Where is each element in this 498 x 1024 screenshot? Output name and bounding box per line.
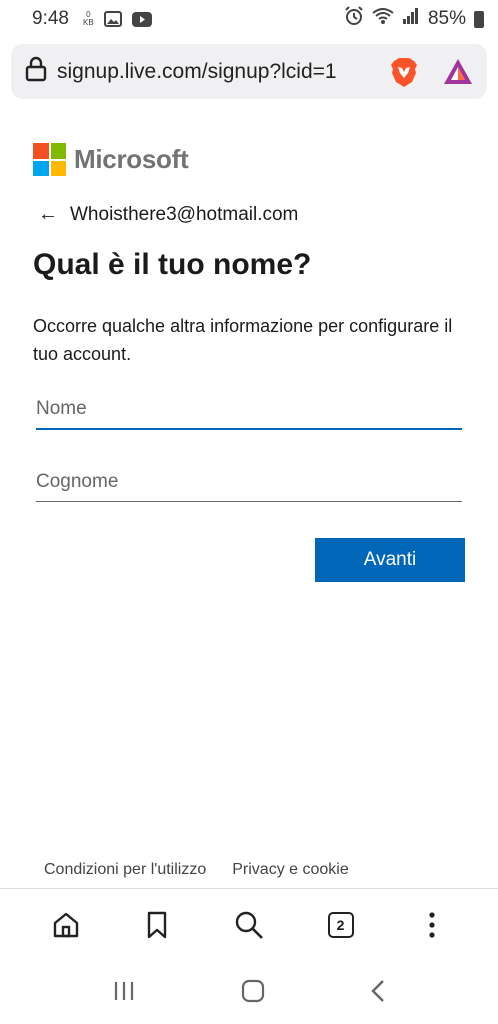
signal-icon — [402, 8, 420, 30]
brand-name: Microsoft — [74, 144, 189, 174]
search-icon[interactable] — [229, 905, 269, 945]
wifi-icon — [372, 7, 394, 31]
page-description: Occorre qualche altra informazione per c… — [33, 316, 453, 364]
logo-square — [50, 160, 66, 176]
microsoft-logo: Microsoft — [33, 143, 189, 176]
alarm-icon — [344, 6, 364, 32]
status-bar: 9:48 0 KB 85% — [0, 0, 498, 38]
privacy-link[interactable]: Privacy e cookie — [232, 861, 349, 879]
page-title: Qual è il tuo nome? — [33, 248, 312, 281]
brave-rewards-icon[interactable] — [441, 55, 475, 89]
back-arrow-icon[interactable]: ← — [38, 203, 58, 226]
browser-toolbar: 2 — [0, 888, 498, 960]
logo-square — [33, 160, 49, 176]
next-button[interactable]: Avanti — [315, 538, 465, 582]
gallery-notification-icon — [103, 11, 122, 27]
address-bar[interactable]: signup.live.com/signup?lcid=1 — [11, 44, 487, 99]
data-rate-indicator: 0 KB — [83, 11, 94, 27]
home-nav-icon[interactable] — [240, 978, 266, 1009]
terms-link[interactable]: Condizioni per l'utilizzo — [44, 861, 206, 879]
first-name-input[interactable] — [36, 390, 462, 430]
logo-square — [33, 143, 49, 159]
last-name-input[interactable] — [36, 462, 462, 502]
data-rate-unit: KB — [82, 18, 94, 27]
more-menu-icon[interactable] — [412, 905, 452, 945]
microsoft-logo-icon — [33, 143, 66, 176]
logo-square — [50, 143, 66, 159]
youtube-notification-icon — [131, 11, 152, 27]
brave-shields-icon[interactable] — [387, 55, 421, 89]
status-time: 9:48 — [32, 8, 69, 29]
recent-apps-icon[interactable] — [112, 980, 136, 1007]
system-nav-bar — [0, 962, 498, 1024]
footer-links: Condizioni per l'utilizzo Privacy e cook… — [44, 861, 349, 879]
url-text[interactable]: signup.live.com/signup?lcid=1 — [57, 60, 373, 84]
back-row: ← Whoisthere3@hotmail.com — [38, 203, 298, 226]
account-email: Whoisthere3@hotmail.com — [70, 203, 299, 225]
home-icon[interactable] — [46, 905, 86, 945]
bookmark-icon[interactable] — [137, 905, 177, 945]
battery-icon — [474, 10, 484, 28]
back-nav-icon[interactable] — [370, 979, 386, 1008]
battery-percent: 85% — [427, 8, 466, 29]
lock-icon[interactable] — [25, 56, 47, 87]
tabs-button[interactable]: 2 — [321, 905, 361, 945]
tab-count: 2 — [327, 911, 354, 938]
